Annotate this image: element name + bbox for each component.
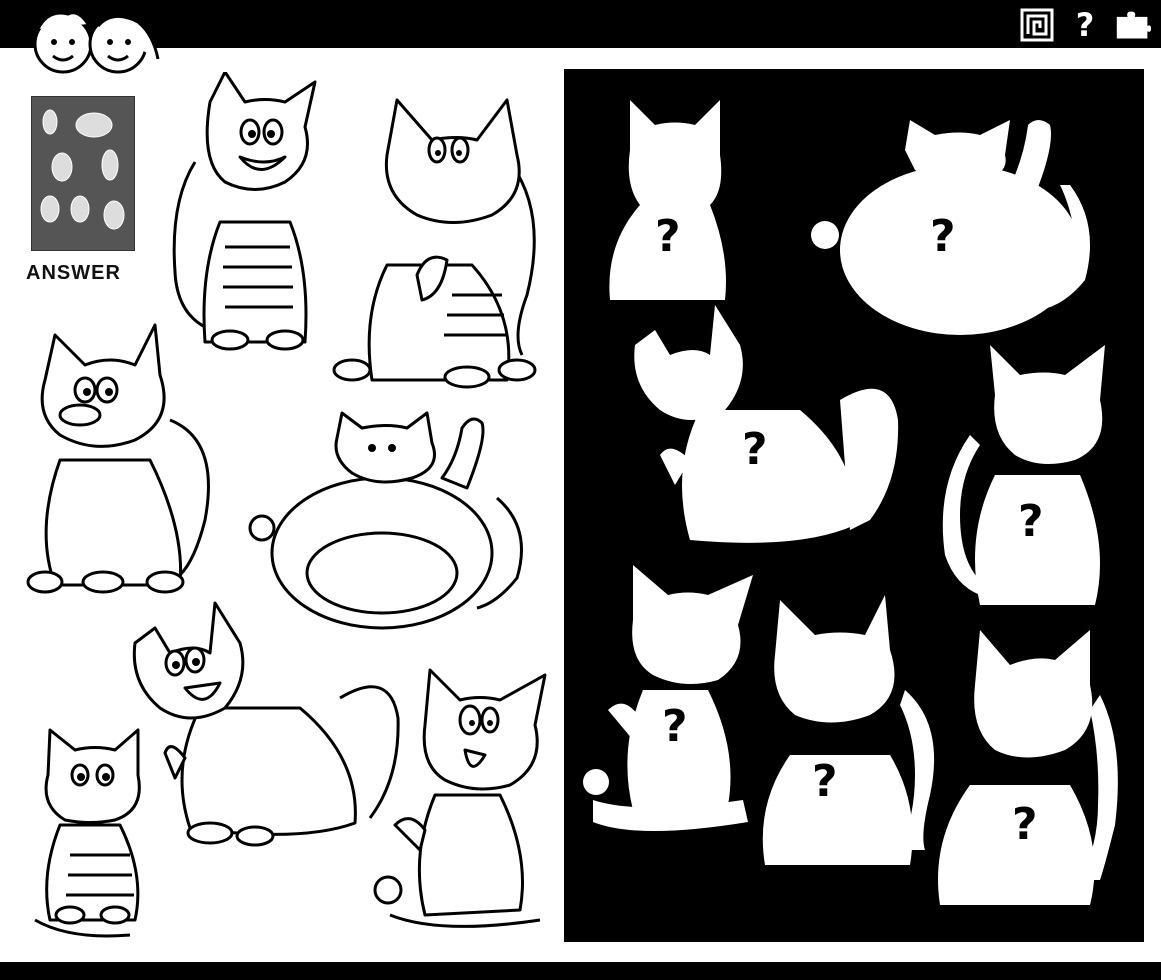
cat-drawing-fat[interactable] xyxy=(247,408,537,630)
silhouette-4[interactable] xyxy=(935,335,1110,610)
silhouette-1[interactable] xyxy=(600,95,735,305)
cat-drawing-tongue[interactable] xyxy=(370,665,550,940)
kids-faces-logo-icon xyxy=(33,11,160,74)
puzzle-icon[interactable] xyxy=(1115,8,1151,42)
header-icons: ? xyxy=(1019,8,1151,42)
cat-drawing-kitten[interactable] xyxy=(20,725,160,945)
silhouette-5[interactable] xyxy=(578,560,758,835)
bottom-bar xyxy=(0,962,1161,980)
cat-drawing-smiling[interactable] xyxy=(25,320,220,598)
maze-icon[interactable] xyxy=(1019,8,1055,42)
question-mark-3: ? xyxy=(742,424,768,475)
question-glyph: ? xyxy=(1075,6,1095,44)
question-mark-1: ? xyxy=(655,211,681,262)
top-bar xyxy=(0,0,1161,48)
question-mark-6: ? xyxy=(812,756,838,807)
question-mark-5: ? xyxy=(662,701,688,752)
question-mark-2: ? xyxy=(930,211,956,262)
silhouette-7[interactable] xyxy=(930,625,1120,915)
cat-drawing-fluffy[interactable] xyxy=(130,598,405,848)
silhouette-6[interactable] xyxy=(750,595,945,870)
cat-drawing-striped[interactable] xyxy=(165,72,340,352)
cat-drawing-waving[interactable] xyxy=(332,95,547,390)
question-icon[interactable]: ? xyxy=(1067,8,1103,42)
answer-thumbnail-icon[interactable] xyxy=(31,96,135,251)
puzzle-page: ? ANSWER ? ? ? ? ? ? ? xyxy=(0,0,1161,980)
question-mark-7: ? xyxy=(1012,799,1038,850)
question-mark-4: ? xyxy=(1018,496,1044,547)
answer-label: ANSWER xyxy=(26,262,121,284)
